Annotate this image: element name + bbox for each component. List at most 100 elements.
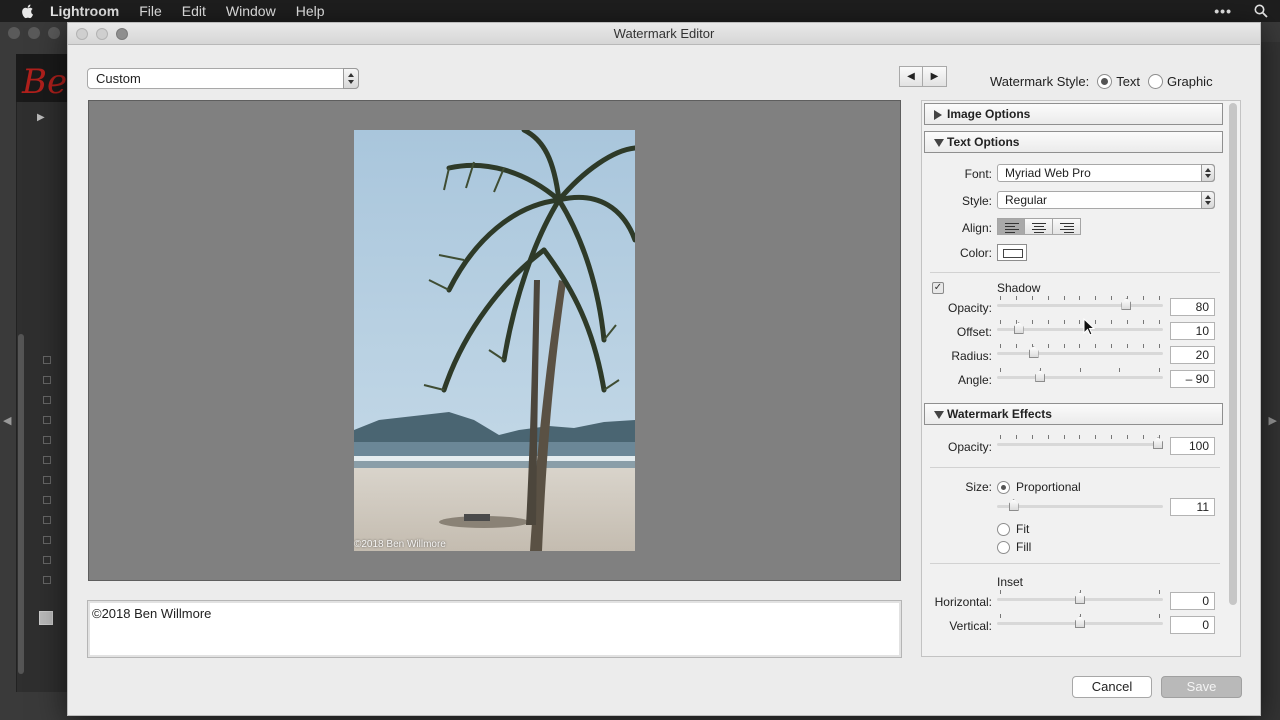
section-watermark-effects[interactable]: Watermark Effects (924, 403, 1223, 425)
style-text-radio[interactable] (1097, 74, 1113, 89)
section-image-options[interactable]: Image Options (924, 103, 1223, 125)
slider-thumb[interactable] (1008, 499, 1019, 511)
shadow-offset-label: Offset: (956, 325, 992, 339)
size-proportional-option[interactable]: Proportional (997, 480, 1081, 494)
vertical-label: Vertical: (949, 619, 992, 633)
size-fit-label[interactable]: Fit (1016, 522, 1029, 536)
section-title: Text Options (947, 135, 1020, 149)
list-item-icon (43, 576, 51, 584)
minimize-icon[interactable] (96, 28, 108, 40)
close-icon[interactable] (76, 28, 88, 40)
style-select[interactable]: Regular (997, 191, 1215, 209)
effects-opacity-input[interactable]: 100 (1170, 437, 1215, 455)
previous-image-button[interactable]: ◀ (899, 66, 923, 87)
list-item-icon (43, 436, 51, 444)
watermark-text-input[interactable]: ©2018 Ben Willmore (87, 600, 902, 658)
preview-watermark-text: ©2018 Ben Willmore (354, 539, 446, 550)
zoom-icon[interactable] (48, 27, 60, 39)
size-proportional-label[interactable]: Proportional (1016, 480, 1081, 494)
shadow-offset-slider[interactable] (997, 320, 1163, 334)
zoom-icon[interactable] (116, 28, 128, 40)
menu-edit[interactable]: Edit (182, 3, 206, 19)
horizontal-label: Horizontal: (934, 595, 992, 609)
right-panel-edge (1260, 42, 1280, 720)
disclosure-down-icon[interactable] (934, 139, 944, 147)
shadow-checkbox[interactable]: ✓ (932, 282, 944, 294)
chevron-updown-icon[interactable] (1201, 164, 1215, 182)
left-scrollbar[interactable] (18, 334, 24, 674)
background-window-controls (8, 27, 60, 39)
style-graphic-label[interactable]: Graphic (1167, 74, 1213, 89)
preset-select-value: Custom (96, 71, 141, 86)
size-fit-radio[interactable] (997, 522, 1010, 536)
shadow-radius-slider[interactable] (997, 344, 1163, 358)
shadow-angle-label: Angle: (957, 373, 992, 387)
search-icon[interactable] (1254, 4, 1268, 18)
mouse-cursor-icon (1083, 318, 1095, 336)
menu-help[interactable]: Help (296, 3, 325, 19)
next-image-button[interactable]: ▶ (923, 66, 947, 87)
divider (930, 563, 1220, 564)
size-fill-radio[interactable] (997, 540, 1010, 554)
style-graphic-radio[interactable] (1148, 74, 1164, 89)
effects-opacity-slider[interactable] (997, 435, 1164, 449)
cancel-button[interactable]: Cancel (1072, 676, 1152, 698)
section-title: Image Options (947, 107, 1031, 121)
dialog-title: Watermark Editor (613, 26, 715, 41)
chevron-updown-icon[interactable] (1201, 191, 1215, 209)
shadow-angle-input[interactable]: – 90 (1170, 370, 1215, 388)
shadow-radius-input[interactable]: 20 (1170, 346, 1215, 364)
collapse-left-icon[interactable]: ◀ (3, 414, 11, 427)
save-button[interactable]: Save (1161, 676, 1242, 698)
size-proportional-radio[interactable] (997, 480, 1010, 494)
size-fill-label[interactable]: Fill (1016, 540, 1031, 554)
menu-window[interactable]: Window (226, 3, 276, 19)
align-center-icon[interactable] (1025, 218, 1053, 235)
size-fill-option[interactable]: Fill (997, 540, 1031, 554)
divider (930, 467, 1220, 468)
list-item-icon (43, 476, 51, 484)
align-right-icon[interactable] (1053, 218, 1081, 235)
align-left-icon[interactable] (997, 218, 1025, 235)
size-input[interactable]: 11 (1170, 498, 1215, 516)
list-item-icon (43, 516, 51, 524)
menu-app-name[interactable]: Lightroom (50, 3, 119, 19)
minimize-icon[interactable] (28, 27, 40, 39)
watermark-preview: ©2018 Ben Willmore (88, 100, 901, 581)
watermark-editor-dialog: Watermark Editor Custom ◀ ▶ Watermark St… (67, 22, 1261, 716)
options-panel: Image Options Text Options Font: Myriad … (921, 100, 1241, 657)
chevron-updown-icon[interactable] (343, 68, 359, 89)
color-swatch[interactable] (997, 244, 1027, 261)
disclosure-right-icon[interactable] (934, 110, 942, 120)
vertical-inset-input[interactable]: 0 (1170, 616, 1215, 634)
size-slider[interactable] (997, 497, 1163, 511)
inset-label: Inset (997, 575, 1024, 589)
panel-scrollbar[interactable] (1229, 103, 1237, 605)
size-label: Size: (965, 480, 992, 494)
horizontal-inset-slider[interactable] (997, 590, 1163, 604)
collapse-right-icon[interactable]: ▶ (1269, 414, 1277, 427)
close-icon[interactable] (8, 27, 20, 39)
list-item-icon (43, 396, 51, 404)
apple-icon[interactable] (20, 3, 36, 19)
vertical-inset-slider[interactable] (997, 614, 1163, 628)
size-fit-option[interactable]: Fit (997, 522, 1029, 536)
style-text-label[interactable]: Text (1116, 74, 1140, 89)
shadow-opacity-slider[interactable] (997, 296, 1163, 310)
list-item-icon (43, 556, 51, 564)
preset-select[interactable]: Custom (87, 68, 359, 89)
section-text-options[interactable]: Text Options (924, 131, 1223, 153)
list-item-selected-icon[interactable] (39, 611, 53, 625)
shadow-angle-slider[interactable] (997, 368, 1163, 382)
horizontal-inset-input[interactable]: 0 (1170, 592, 1215, 610)
more-icon[interactable]: ••• (1214, 3, 1232, 19)
disclosure-down-icon[interactable] (934, 411, 944, 419)
watermark-style-label: Watermark Style: (990, 74, 1090, 89)
panel-disclosure-icon[interactable]: ▶ (37, 112, 45, 123)
shadow-opacity-input[interactable]: 80 (1170, 298, 1215, 316)
style-label: Style: (961, 194, 992, 208)
shadow-offset-input[interactable]: 10 (1170, 322, 1215, 340)
font-select[interactable]: Myriad Web Pro (997, 164, 1215, 182)
beach-palm-photo (354, 130, 635, 551)
menu-file[interactable]: File (139, 3, 162, 19)
